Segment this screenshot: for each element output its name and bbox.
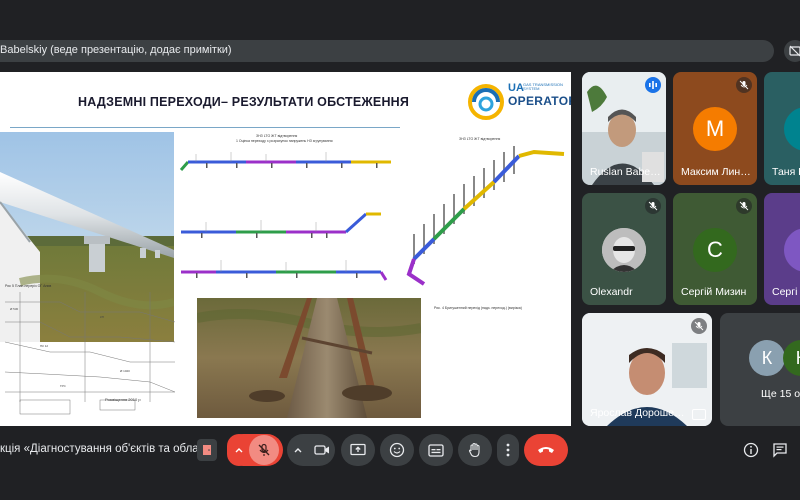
company-logo: UA GAS TRANSMISSION SYSTEM OPERATOR [466, 82, 571, 122]
audio-wave-icon [649, 81, 657, 89]
pipeline-3d-scheme: ЗНЗ LTO ЖТ відтворення Рис. 4 Бригушенни… [406, 137, 565, 310]
raise-hand-button[interactable] [458, 434, 492, 466]
avatar: С [693, 228, 737, 272]
avatar-photo [602, 228, 646, 272]
participant-name: Максим Лин… [681, 166, 751, 178]
mic-off-indicator [645, 198, 661, 214]
camera-options-button[interactable] [287, 434, 309, 466]
more-participants-tile[interactable]: К К Ще 15 ос [720, 313, 800, 426]
participant-name: Ярослав Дороше… [590, 407, 685, 419]
svg-text:КП: КП [100, 315, 104, 319]
overflow-avatar: К [783, 340, 800, 376]
technical-drawing: Рис 5 План-переріз ОГ Анив Ø 530КППК 12 … [4, 284, 176, 415]
logo-name: OPERATOR [508, 94, 571, 108]
participant-tile-serhii-myzyn[interactable]: С Сергій Мизин [673, 193, 757, 305]
stop-presenting-button[interactable] [784, 40, 800, 62]
participant-tile-serhii[interactable]: Сергі [764, 193, 800, 305]
mic-off-icon [694, 321, 704, 331]
participant-tile-ruslan[interactable]: Ruslan Babe… [582, 72, 666, 185]
meeting-details-button[interactable] [743, 442, 759, 458]
participant-name: Olexandr [590, 286, 633, 298]
mic-off-icon [258, 443, 270, 456]
pipeline-scheme-diagrams: ЗНЗ LTO ЖТ відтворення 1 Оцінка переходу… [179, 134, 391, 281]
svg-text:1 Оцінка переходу з розрахуно: 1 Оцінка переходу з розрахунок напружень… [236, 139, 333, 143]
mic-off-indicator [691, 318, 707, 334]
corroded-pipe-photo [197, 298, 421, 418]
participant-tile-olexandr[interactable]: Olexandr [582, 193, 666, 305]
avatar [784, 107, 800, 151]
svg-text:Ø 1020: Ø 1020 [120, 369, 130, 373]
participant-name: Таня В [772, 166, 800, 178]
door-icon [203, 445, 211, 455]
participant-tile-maksym[interactable]: М Максим Лин… [673, 72, 757, 185]
participant-name: Сергі [772, 286, 798, 298]
svg-text:ЗНЗ LTO ЖТ відтворення: ЗНЗ LTO ЖТ відтворення [256, 134, 297, 138]
slide-title-underline [10, 127, 400, 128]
leave-call-button[interactable] [524, 434, 568, 466]
pin-icon[interactable] [692, 409, 706, 420]
camera-toggle-button[interactable] [309, 434, 335, 466]
participant-name: Сергій Мизин [681, 286, 747, 298]
participant-tile-tania[interactable]: Таня В [764, 72, 800, 185]
mic-toggle-button[interactable] [249, 435, 279, 465]
svg-text:ЗНЗ LTO ЖТ відтворення: ЗНЗ LTO ЖТ відтворення [459, 137, 500, 141]
logo-subtitle: GAS TRANSMISSION SYSTEM [523, 82, 563, 91]
more-vert-icon [506, 443, 510, 457]
chat-button[interactable] [772, 442, 788, 458]
chevron-up-icon [294, 448, 302, 453]
chevron-up-icon [235, 448, 243, 453]
hang-up-icon [538, 447, 554, 453]
overflow-count-label: Ще 15 ос [761, 388, 800, 400]
reactions-button[interactable] [380, 434, 414, 466]
logo-mark: UA [508, 82, 524, 94]
emoji-icon [389, 442, 405, 458]
present-off-icon [789, 45, 800, 57]
avatar [784, 228, 800, 272]
avatar [602, 228, 646, 272]
scheme-caption: Рис. 4 Бригушенний перехід (надз. перехо… [434, 306, 522, 310]
drawing-caption: Рис 5 План-переріз ОГ Анив [5, 284, 51, 288]
video-camera-icon [314, 445, 329, 455]
chat-icon [773, 443, 787, 458]
meeting-info-badge[interactable] [197, 439, 217, 461]
present-screen-button[interactable] [341, 434, 375, 466]
speaking-indicator [645, 77, 661, 93]
hand-icon [468, 442, 480, 458]
overflow-avatar: К [749, 340, 785, 376]
avatar: М [693, 107, 737, 151]
mic-off-icon [648, 201, 658, 211]
svg-text:ГРС: ГРС [60, 384, 67, 388]
mic-options-button[interactable] [227, 434, 251, 466]
mic-off-indicator [736, 77, 752, 93]
captions-button[interactable] [419, 434, 453, 466]
captions-icon [428, 443, 444, 457]
present-screen-icon [350, 443, 366, 456]
mic-off-icon [739, 201, 749, 211]
participant-tile-yaroslav[interactable]: Ярослав Дороше… [582, 313, 712, 426]
presentation-slide: НАДЗЕМНІ ПЕРЕХОДИ– РЕЗУЛЬТАТИ ОБСТЕЖЕННЯ… [0, 72, 571, 426]
logo-swirl-icon [468, 84, 504, 120]
photo-caption: Розміщення 2010 р [105, 397, 141, 402]
more-options-button[interactable] [497, 434, 519, 466]
svg-text:Ø 530: Ø 530 [10, 307, 19, 311]
info-icon [743, 442, 759, 458]
meeting-title: кція «Діагностування об'єктів та облад… [0, 443, 217, 455]
participant-name: Ruslan Babe… [590, 166, 661, 178]
presenter-label: Babelskiy (веде презентацію, додає примі… [0, 44, 232, 56]
slide-title: НАДЗЕМНІ ПЕРЕХОДИ– РЕЗУЛЬТАТИ ОБСТЕЖЕННЯ [78, 95, 410, 109]
mic-off-indicator [736, 198, 752, 214]
mic-off-icon [739, 80, 749, 90]
svg-text:ПК 12: ПК 12 [40, 344, 48, 348]
